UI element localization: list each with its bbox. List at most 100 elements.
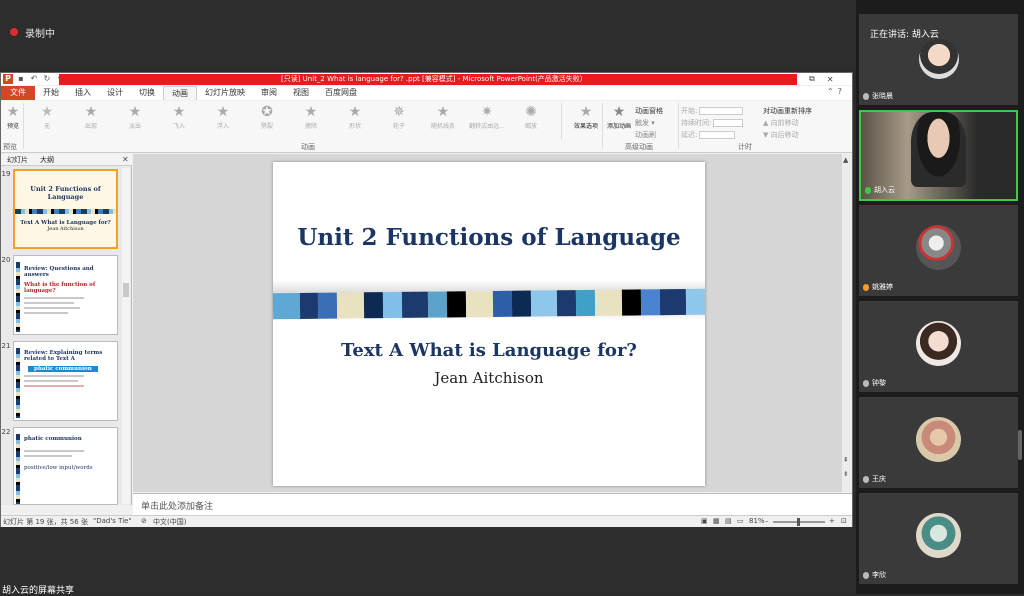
zoom-level[interactable]: 81% (749, 517, 765, 525)
slide-thumbnail[interactable]: Unit 2 Functions of Language Text A What… (13, 169, 118, 249)
fit-window-icon[interactable]: ⊡ (841, 517, 847, 525)
group-label-animation: 动画 (301, 143, 315, 151)
anim-grow-turn[interactable]: ✷ 翻转式由远... (465, 103, 509, 139)
help-icon[interactable]: ? (838, 87, 842, 96)
sorter-view-icon[interactable]: ▦ (713, 517, 720, 525)
participant-tile[interactable]: 姚雅婷 (859, 205, 1018, 296)
tab-slideshow[interactable]: 幻灯片放映 (197, 86, 253, 100)
anim-split[interactable]: ✪ 劈裂 (245, 103, 289, 139)
tab-view[interactable]: 视图 (285, 86, 317, 100)
animation-painter-button[interactable]: 动画刷 (635, 129, 663, 141)
tab-file[interactable]: 文件 (1, 86, 35, 100)
stripe-segment (428, 291, 448, 318)
tab-design[interactable]: 设计 (99, 86, 131, 100)
anim-fade[interactable]: ★ 淡出 (113, 103, 157, 139)
participant-tile[interactable]: 李欣 (859, 493, 1018, 584)
stripe-segment (686, 288, 706, 315)
slide-thumbnail[interactable]: phatic communion positive/low input/word… (13, 427, 118, 505)
normal-view-icon[interactable]: ▣ (701, 517, 708, 525)
duration-input[interactable] (713, 119, 744, 127)
delay-field[interactable]: 延迟: (681, 129, 743, 141)
effect-icon: ★ (579, 104, 593, 120)
stripe-segment (337, 292, 365, 319)
stripe-segment (576, 289, 596, 317)
notes-pane[interactable]: 单击此处添加备注 (133, 493, 852, 515)
tab-home[interactable]: 开始 (35, 86, 67, 100)
anim-float-in[interactable]: ★ 浮入 (201, 103, 245, 139)
thumb-line (24, 312, 68, 314)
participant-name: 张晓晨 (863, 91, 893, 101)
anim-zoom[interactable]: ✺ 缩放 (509, 103, 553, 139)
slideshow-view-icon[interactable]: ▭ (737, 517, 744, 525)
animation-pane-button[interactable]: 动画窗格 (635, 105, 663, 117)
participant-name: 胡入云 (865, 185, 895, 195)
slide-title[interactable]: Unit 2 Functions of Language (273, 224, 705, 251)
slide-subtitle[interactable]: Text A What is Language for? (273, 340, 705, 361)
anim-label: 擦除 (304, 123, 317, 130)
anim-wheel[interactable]: ✵ 轮子 (377, 103, 421, 139)
tab-insert[interactable]: 插入 (67, 86, 99, 100)
start-field[interactable]: 开始: (681, 105, 744, 117)
participant-tile-active[interactable]: 胡入云 (859, 110, 1018, 201)
reading-view-icon[interactable]: ▤ (725, 517, 732, 525)
slide-author[interactable]: Jean Aitchison (273, 369, 705, 387)
trigger-button[interactable]: 触发 ▾ (635, 117, 663, 129)
next-slide-icon[interactable]: ⇟ (843, 470, 849, 478)
minimize-button[interactable]: – (793, 75, 797, 84)
advanced-animation-list: 动画窗格 触发 ▾ 动画刷 (635, 105, 663, 141)
tab-transitions[interactable]: 切换 (131, 86, 163, 100)
participant-tile[interactable]: 王庆 (859, 397, 1018, 488)
language-label[interactable]: 中文(中国) (153, 517, 186, 527)
stripe-segment (447, 291, 467, 318)
slide-scrollbar[interactable]: ▲ ⇞ ⇟ (842, 154, 852, 492)
zoom-slider-thumb[interactable] (797, 518, 800, 526)
restore-button[interactable]: ⧉ (809, 74, 815, 84)
participants-scrollbar[interactable] (1018, 430, 1022, 460)
anim-fly-in[interactable]: ★ 飞入 (157, 103, 201, 139)
delay-input[interactable] (699, 131, 736, 139)
move-later-button[interactable]: ▼ 向后移动 (763, 129, 812, 141)
slide-thumbnail[interactable]: Review: Questions and answers What is th… (13, 255, 118, 335)
tab-baidu[interactable]: 百度网盘 (317, 86, 365, 100)
thumb-line (24, 297, 84, 299)
anim-label: 轮子 (392, 123, 405, 130)
start-select[interactable] (699, 107, 744, 115)
tab-review[interactable]: 审阅 (253, 86, 285, 100)
powerpoint-window: P ▪ ↶ ↻ ▾ [只读] Unit_2 What is language f… (0, 72, 853, 527)
close-button[interactable]: ✕ (827, 75, 834, 84)
add-animation-button[interactable]: ★ 添加动画 (602, 103, 636, 131)
panel-scrollbar[interactable] (122, 168, 130, 504)
save-icon[interactable]: ▪ (16, 74, 26, 84)
star-icon: ★ (348, 104, 362, 120)
effect-options-button[interactable]: ★ 效果选项 (569, 103, 603, 131)
meeting-top-bar (0, 0, 856, 70)
undo-icon[interactable]: ↶ (29, 74, 39, 84)
zoom-in-icon[interactable]: + (829, 517, 835, 525)
stripe-segment (557, 290, 577, 317)
prev-slide-icon[interactable]: ⇞ (843, 456, 849, 464)
scroll-up-icon[interactable]: ▲ (843, 156, 848, 164)
current-slide[interactable]: Unit 2 Functions of Language Text A What… (272, 162, 706, 486)
anim-appear[interactable]: ★ 出现 (69, 103, 113, 139)
decorative-stripe (272, 288, 706, 320)
participant-tile[interactable]: 钟黎 (859, 301, 1018, 392)
collapse-ribbon-icon[interactable]: ⌃ (827, 87, 834, 96)
redo-icon[interactable]: ↻ (42, 74, 52, 84)
anim-wipe[interactable]: ★ 擦除 (289, 103, 333, 139)
tab-outline[interactable]: 大纲 (34, 155, 60, 165)
close-icon[interactable]: ✕ (122, 155, 129, 164)
tab-animations[interactable]: 动画 (163, 86, 197, 100)
anim-shape[interactable]: ★ 形状 (333, 103, 377, 139)
anim-none[interactable]: ★ 无 (25, 103, 69, 139)
slide-thumbnail[interactable]: Review: Explaining terms related to Text… (13, 341, 118, 421)
tab-slides[interactable]: 幻灯片 (1, 155, 34, 165)
zoom-out-icon[interactable]: – (765, 517, 769, 525)
star-icon: ★ (128, 104, 142, 120)
anim-random-bars[interactable]: ★ 随机线条 (421, 103, 465, 139)
scroll-thumb[interactable] (123, 283, 129, 297)
group-label-preview: 预览 (3, 143, 17, 151)
preview-button[interactable]: ★ 预览 (4, 103, 22, 131)
duration-field[interactable]: 持续时间: (681, 117, 744, 129)
gallery-scroll[interactable] (561, 103, 569, 139)
move-earlier-button[interactable]: ▲ 向前移动 (763, 117, 812, 129)
